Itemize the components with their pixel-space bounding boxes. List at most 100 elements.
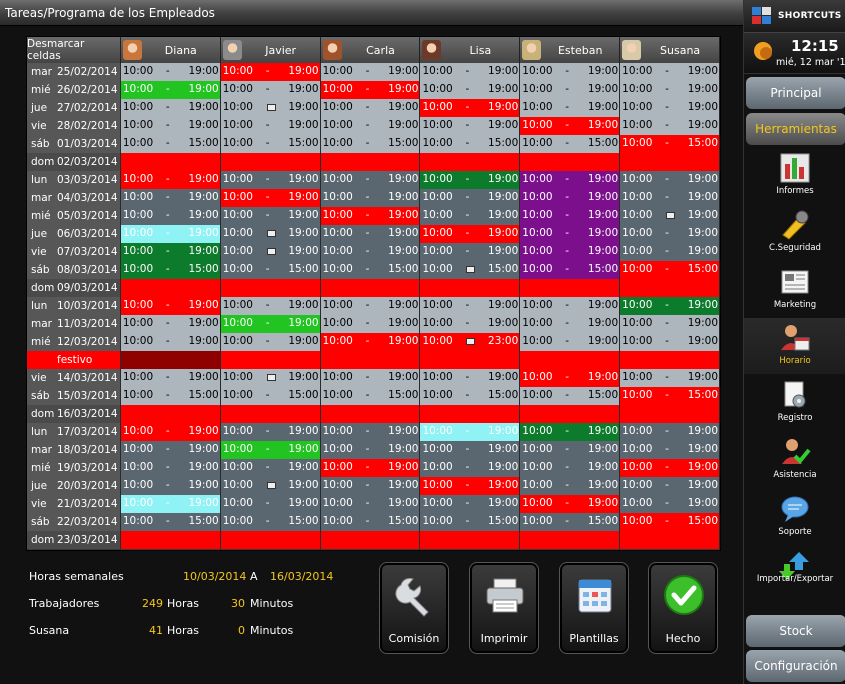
shift-cell[interactable]	[520, 279, 621, 297]
shift-cell[interactable]: 10:00- 19:00	[620, 81, 720, 99]
shift-cell[interactable]	[220, 531, 321, 549]
shift-cell[interactable]: 10:00- 19:00	[320, 225, 421, 243]
shift-cell[interactable]	[120, 405, 221, 423]
shift-cell[interactable]: 10:00- 19:00	[220, 495, 321, 513]
shift-cell[interactable]: 10:00- 19:00	[120, 243, 221, 261]
note-icon[interactable]	[666, 212, 676, 219]
shift-cell[interactable]: 10:00 19:00	[220, 225, 321, 243]
date-cell[interactable]: dom 23/03/2014	[27, 531, 121, 549]
shift-cell[interactable]: 10:00- 19:00	[320, 459, 421, 477]
shift-cell[interactable]	[120, 279, 221, 297]
shift-cell[interactable]	[120, 351, 221, 369]
shift-cell[interactable]: 10:00- 19:00	[620, 495, 720, 513]
shift-cell[interactable]: 10:00- 19:00	[520, 225, 621, 243]
shift-cell[interactable]: 10:00 19:00	[220, 477, 321, 495]
date-cell[interactable]: sáb 01/03/2014	[27, 135, 121, 153]
shift-cell[interactable]: 10:00- 15:00	[620, 387, 720, 405]
shift-cell[interactable]: 10:00- 19:00	[220, 423, 321, 441]
shift-cell[interactable]: 10:00 23:00	[420, 333, 521, 351]
date-cell[interactable]: sáb 15/03/2014	[27, 387, 121, 405]
shift-cell[interactable]: 10:00- 15:00	[120, 513, 221, 531]
shift-cell[interactable]	[220, 279, 321, 297]
shift-cell[interactable]: 10:00- 19:00	[520, 423, 621, 441]
shift-cell[interactable]: 10:00- 19:00	[520, 63, 621, 81]
shift-cell[interactable]: 10:00- 19:00	[420, 369, 521, 387]
shift-cell[interactable]: 10:00- 19:00	[120, 81, 221, 99]
shift-cell[interactable]: 10:00- 19:00	[520, 81, 621, 99]
shift-cell[interactable]: 10:00- 15:00	[220, 513, 321, 531]
shift-cell[interactable]: 10:00- 19:00	[320, 369, 421, 387]
shift-cell[interactable]: 10:00- 19:00	[420, 441, 521, 459]
done-button[interactable]: Hecho	[648, 562, 718, 654]
shift-cell[interactable]: 10:00- 19:00	[120, 297, 221, 315]
note-icon[interactable]	[266, 230, 276, 237]
shift-cell[interactable]: 10:00- 19:00	[420, 297, 521, 315]
shift-cell[interactable]	[220, 351, 321, 369]
shift-cell[interactable]: 10:00- 19:00	[620, 441, 720, 459]
shift-cell[interactable]: 10:00- 19:00	[220, 171, 321, 189]
date-cell[interactable]: dom 09/03/2014	[27, 279, 121, 297]
employee-header[interactable]: Carla	[321, 37, 421, 63]
shift-cell[interactable]: 10:00- 19:00	[620, 63, 720, 81]
shift-cell[interactable]: 10:00- 19:00	[320, 315, 421, 333]
shift-cell[interactable]: 10:00- 19:00	[420, 117, 521, 135]
shift-cell[interactable]: 10:00- 19:00	[420, 423, 521, 441]
shift-cell[interactable]: 10:00- 19:00	[120, 477, 221, 495]
date-cell[interactable]: mar 11/03/2014	[27, 315, 121, 333]
shift-cell[interactable]: 10:00- 19:00	[120, 459, 221, 477]
shift-cell[interactable]	[320, 153, 421, 171]
shift-cell[interactable]: 10:00- 15:00	[220, 135, 321, 153]
shift-cell[interactable]: 10:00- 19:00	[620, 99, 720, 117]
shift-cell[interactable]: 10:00- 19:00	[620, 333, 720, 351]
shift-cell[interactable]: 10:00- 19:00	[320, 81, 421, 99]
shift-cell[interactable]: 10:00- 19:00	[620, 189, 720, 207]
shift-cell[interactable]: 10:00- 19:00	[120, 369, 221, 387]
date-cell[interactable]: jue 06/03/2014	[27, 225, 121, 243]
shift-cell[interactable]: 10:00- 15:00	[620, 261, 720, 279]
shift-cell[interactable]: 10:00- 19:00	[520, 333, 621, 351]
shift-cell[interactable]: 10:00 15:00	[420, 261, 521, 279]
shift-cell[interactable]: 10:00- 19:00	[320, 477, 421, 495]
shift-cell[interactable]: 10:00- 19:00	[520, 243, 621, 261]
shift-cell[interactable]: 10:00- 19:00	[620, 459, 720, 477]
shift-cell[interactable]	[620, 351, 720, 369]
date-cell[interactable]: mié 19/03/2014	[27, 459, 121, 477]
shift-cell[interactable]: 10:00- 19:00	[120, 99, 221, 117]
note-icon[interactable]	[266, 374, 276, 381]
shift-cell[interactable]: 10:00- 15:00	[620, 513, 720, 531]
shift-cell[interactable]: 10:00- 19:00	[120, 207, 221, 225]
shift-cell[interactable]: 10:00- 15:00	[120, 135, 221, 153]
shift-cell[interactable]	[420, 351, 521, 369]
shift-cell[interactable]	[420, 405, 521, 423]
note-icon[interactable]	[266, 248, 276, 255]
shift-cell[interactable]: 10:00- 19:00	[320, 207, 421, 225]
attendance-tool[interactable]: Asistencia	[744, 432, 845, 488]
shift-cell[interactable]	[320, 351, 421, 369]
shift-cell[interactable]: 10:00- 19:00	[120, 423, 221, 441]
shift-cell[interactable]: 10:00 19:00	[220, 243, 321, 261]
print-button[interactable]: Imprimir	[469, 562, 539, 654]
date-cell[interactable]: vie 28/02/2014	[27, 117, 121, 135]
shift-cell[interactable]	[420, 153, 521, 171]
shift-cell[interactable]: 10:00- 19:00	[220, 81, 321, 99]
shift-cell[interactable]	[120, 531, 221, 549]
shift-cell[interactable]: 10:00- 19:00	[320, 171, 421, 189]
employee-header[interactable]: Javier	[221, 37, 321, 63]
shift-cell[interactable]: 10:00- 19:00	[620, 297, 720, 315]
shift-cell[interactable]: 10:00- 19:00	[620, 225, 720, 243]
shift-cell[interactable]: 10:00- 19:00	[420, 225, 521, 243]
shift-cell[interactable]: 10:00- 19:00	[520, 171, 621, 189]
shift-cell[interactable]: 10:00- 19:00	[620, 117, 720, 135]
shift-cell[interactable]	[220, 153, 321, 171]
shift-cell[interactable]: 10:00- 15:00	[220, 387, 321, 405]
employee-header[interactable]: Esteban	[520, 37, 621, 63]
shift-cell[interactable]: 10:00- 19:00	[420, 81, 521, 99]
shift-cell[interactable]: 10:00- 19:00	[520, 297, 621, 315]
date-cell[interactable]: vie 07/03/2014	[27, 243, 121, 261]
shift-cell[interactable]: 10:00- 19:00	[220, 63, 321, 81]
shift-cell[interactable]: 10:00- 19:00	[220, 117, 321, 135]
commission-button[interactable]: Comisión	[379, 562, 449, 654]
date-cell[interactable]: sáb 22/03/2014	[27, 513, 121, 531]
shift-cell[interactable]: 10:00 19:00	[220, 99, 321, 117]
shift-cell[interactable]	[420, 531, 521, 549]
